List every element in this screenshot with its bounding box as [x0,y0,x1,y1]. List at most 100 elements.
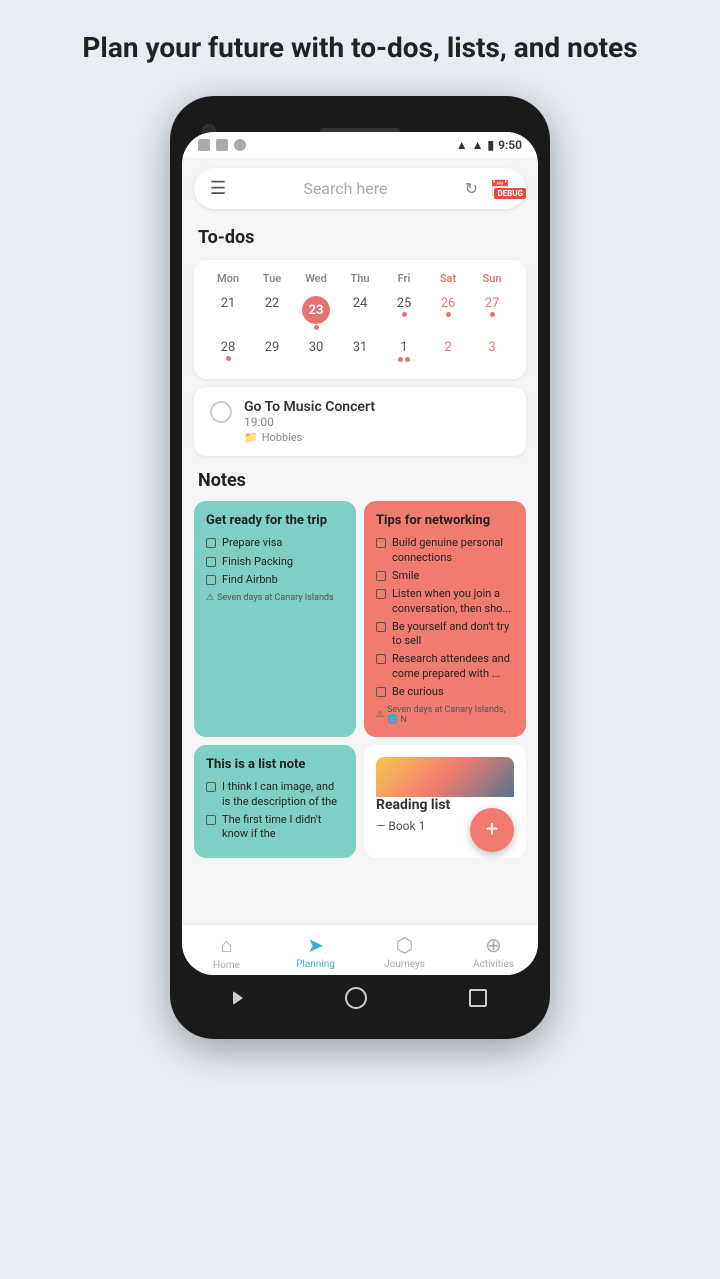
home-icon: ⌂ [220,933,232,958]
note-card-networking-title: Tips for networking [376,513,514,528]
cal-cell-29[interactable]: 29 [250,337,294,365]
cal-cell-1[interactable]: 1 [382,337,426,365]
note-text-curious: Be curious [392,685,444,699]
note-checkbox-listen[interactable] [376,589,386,599]
warning-icon-2: ⚠ [376,710,384,720]
cal-day-fri: Fri [382,270,426,287]
cal-day-sun: Sun [470,270,514,287]
note-checkbox-yourself[interactable] [376,622,386,632]
nav-label-journeys: Journeys [384,959,425,970]
note-item-listen: Listen when you join a conversation, the… [376,587,514,616]
nav-item-activities[interactable]: ⊕ Activities [449,933,538,970]
cal-day-sat: Sat [426,270,470,287]
note-checkbox-smile[interactable] [376,571,386,581]
cal-cell-26[interactable]: 26 [426,293,470,333]
note-checkbox-curious[interactable] [376,687,386,697]
note-item-airbnb: Find Airbnb [206,573,344,587]
todo-title: Go To Music Concert [244,399,375,415]
cal-cell-3[interactable]: 3 [470,337,514,365]
search-bar[interactable]: ☰ Search here ↻ 📅 [194,168,526,209]
menu-icon[interactable]: ☰ [210,178,226,199]
cal-cell-25[interactable]: 25 [382,293,426,333]
nav-label-home: Home [213,960,240,971]
note-item-list-2: The first time I didn't know if the [206,813,344,842]
cal-cell-31[interactable]: 31 [338,337,382,365]
note-item-list-1: I think I can image, and is the descript… [206,780,344,809]
bottom-nav: ⌂ Home ➤ Planning ⬡ Journeys ⊕ Activitie… [182,924,538,975]
cal-day-thu: Thu [338,270,382,287]
note-item-connections: Build genuine personal connections [376,536,514,565]
cal-cell-28[interactable]: 28 [206,337,250,365]
note-text-visa: Prepare visa [222,536,282,550]
note-text-research: Research attendees and come prepared wit… [392,652,514,681]
todo-checkbox[interactable] [210,401,232,423]
cal-cell-21[interactable]: 21 [206,293,250,333]
cal-cell-27[interactable]: 27 [470,293,514,333]
phone-screen: ▲ ▲ ▮ 9:50 DEBUG ☰ Search here ↻ 📅 To-do… [182,132,538,974]
note-item-visa: Prepare visa [206,536,344,550]
fab-button[interactable]: + [470,808,514,852]
note-text-packing: Finish Packing [222,555,293,569]
back-button[interactable] [233,991,243,1005]
status-right: ▲ ▲ ▮ 9:50 [456,138,522,152]
activities-icon: ⊕ [485,933,502,957]
note-card-list-title: This is a list note [206,757,344,772]
note-text-list-2: The first time I didn't know if the [222,813,344,842]
note-text-smile: Smile [392,569,419,583]
note-card-networking-footer: ⚠ Seven days at Canary Islands, 🌐 N [376,705,514,725]
cal-cell-22[interactable]: 22 [250,293,294,333]
wifi-icon: ▲ [456,138,468,152]
phone-frame: ▲ ▲ ▮ 9:50 DEBUG ☰ Search here ↻ 📅 To-do… [170,96,550,1038]
note-text-connections: Build genuine personal connections [392,536,514,565]
note-checkbox-visa[interactable] [206,538,216,548]
status-left-icons [198,139,246,151]
cal-day-tue: Tue [250,270,294,287]
calendar-week-1: 21 22 23 24 25 26 27 [206,293,514,333]
note-item-yourself: Be yourself and don't try to sell [376,620,514,649]
cal-cell-24[interactable]: 24 [338,293,382,333]
page-headline: Plan your future with to-dos, lists, and… [52,30,667,66]
todo-tag: 📁 Hobbies [244,431,375,444]
recents-button[interactable] [469,989,487,1007]
cal-cell-23[interactable]: 23 [294,293,338,333]
cal-day-mon: Mon [206,270,250,287]
note-card-trip[interactable]: Get ready for the trip Prepare visa Fini… [194,501,356,737]
app-icon-1 [198,139,210,151]
home-button[interactable] [345,987,367,1009]
app-icon-2 [216,139,228,151]
note-checkbox-list-2[interactable] [206,815,216,825]
note-image-strip [376,757,514,797]
note-card-list[interactable]: This is a list note I think I can image,… [194,745,356,857]
note-card-networking[interactable]: Tips for networking Build genuine person… [364,501,526,737]
debug-badge: DEBUG [494,188,526,199]
status-bar: ▲ ▲ ▮ 9:50 DEBUG [182,132,538,158]
todos-section-label: To-dos [182,219,538,252]
note-checkbox-airbnb[interactable] [206,575,216,585]
nav-item-home[interactable]: ⌂ Home [182,933,271,971]
note-checkbox-packing[interactable] [206,557,216,567]
note-card-trip-footer: ⚠ Seven days at Canary Islands [206,593,344,603]
note-item-smile: Smile [376,569,514,583]
note-card-trip-title: Get ready for the trip [206,513,344,528]
notes-section-label: Notes [182,462,538,495]
cal-cell-30[interactable]: 30 [294,337,338,365]
note-checkbox-list-1[interactable] [206,782,216,792]
nav-item-journeys[interactable]: ⬡ Journeys [360,933,449,970]
note-checkbox-research[interactable] [376,654,386,664]
note-checkbox-connections[interactable] [376,538,386,548]
note-footer-text: Seven days at Canary Islands [217,593,334,603]
note-text-listen: Listen when you join a conversation, the… [392,587,514,616]
cal-cell-2[interactable]: 2 [426,337,470,365]
note-item-packing: Finish Packing [206,555,344,569]
note-footer-text-2: Seven days at Canary Islands, 🌐 N [387,705,514,725]
warning-icon: ⚠ [206,593,214,603]
calendar: Mon Tue Wed Thu Fri Sat Sun 21 22 23 24 … [194,260,526,379]
nav-item-planning[interactable]: ➤ Planning [271,933,360,970]
cal-day-wed: Wed [294,270,338,287]
refresh-icon[interactable]: ↻ [465,179,478,198]
todo-item-concert[interactable]: Go To Music Concert 19:00 📁 Hobbies [194,387,526,456]
search-input[interactable]: Search here [238,179,453,198]
todo-time: 19:00 [244,415,375,429]
todo-details: Go To Music Concert 19:00 📁 Hobbies [244,399,375,444]
nav-label-planning: Planning [296,959,335,970]
